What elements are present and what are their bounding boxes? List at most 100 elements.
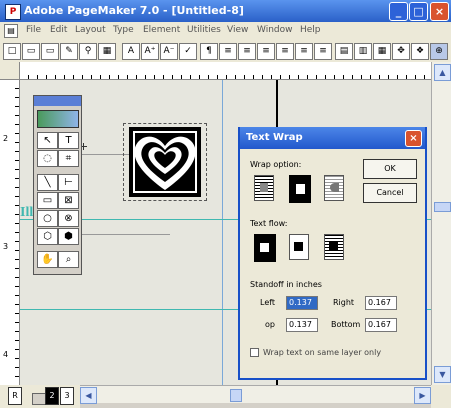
- master-page-tab[interactable]: R: [8, 387, 22, 405]
- left-label: Left: [260, 298, 276, 307]
- text-baseline-2: [78, 234, 170, 235]
- page-tab-2[interactable]: 2: [45, 387, 59, 405]
- standoff-label: Standoff in inches: [250, 280, 322, 289]
- font-smaller-icon[interactable]: A⁻: [160, 43, 178, 60]
- open-icon[interactable]: ▭: [22, 43, 40, 60]
- same-layer-label: Wrap text on same layer only: [263, 348, 382, 357]
- vertical-scrollbar[interactable]: ▲ ▼: [431, 62, 451, 385]
- menu-element[interactable]: Element: [143, 25, 180, 35]
- indent-icon[interactable]: ≡: [295, 43, 313, 60]
- scroll-left-icon[interactable]: ◀: [80, 387, 97, 404]
- menu-window[interactable]: Window: [257, 25, 293, 35]
- new-icon[interactable]: □: [3, 43, 21, 60]
- dialog-title: Text Wrap: [246, 132, 303, 143]
- menu-utilities[interactable]: Utilities: [187, 25, 221, 35]
- menu-layout[interactable]: Layout: [75, 25, 106, 35]
- hand-tool-icon[interactable]: ✋: [37, 251, 58, 268]
- menu-file[interactable]: File: [26, 25, 41, 35]
- text-tool-icon[interactable]: T: [58, 132, 79, 149]
- ellipse-tool-icon[interactable]: ○: [37, 210, 58, 227]
- align-justify-icon[interactable]: ≡: [276, 43, 294, 60]
- app-icon: P: [5, 4, 21, 20]
- ruler-corner: [0, 62, 20, 80]
- close-button[interactable]: ×: [430, 2, 449, 21]
- pointer-tool-icon[interactable]: ↖: [37, 132, 58, 149]
- maximize-button[interactable]: □: [409, 2, 428, 21]
- bottom-label: Bottom: [331, 320, 361, 329]
- flow-wrap-all-sides-icon[interactable]: [324, 234, 344, 260]
- rectangle-tool-icon[interactable]: ▭: [37, 192, 58, 209]
- colors-icon[interactable]: ▥: [354, 43, 372, 60]
- wrap-option-label: Wrap option:: [250, 160, 302, 169]
- graphic-bounds[interactable]: [123, 123, 207, 201]
- scroll-right-icon[interactable]: ▶: [414, 387, 431, 404]
- page-tab-3[interactable]: 3: [60, 387, 74, 405]
- zoom-tool-icon[interactable]: ⌕: [58, 251, 79, 268]
- menu-type[interactable]: Type: [113, 25, 134, 35]
- spell-check-icon[interactable]: ✓: [179, 43, 197, 60]
- page-tabs: R 2 3: [0, 385, 80, 408]
- font-icon[interactable]: A: [122, 43, 140, 60]
- flow-column-break-icon[interactable]: [254, 234, 276, 262]
- text-wrap-dialog: Text Wrap × Wrap option: OK Cancel Text …: [238, 127, 427, 380]
- column-guide: [222, 80, 223, 385]
- page-icon[interactable]: [32, 393, 46, 405]
- line-tool-icon[interactable]: ╲: [37, 174, 58, 191]
- menu-view[interactable]: View: [227, 25, 248, 35]
- ellipse-frame-tool-icon[interactable]: ⊗: [58, 210, 79, 227]
- polygon-frame-tool-icon[interactable]: ⬢: [58, 228, 79, 245]
- dialog-title-bar: Text Wrap ×: [240, 127, 425, 149]
- constrained-line-tool-icon[interactable]: ⊢: [58, 174, 79, 191]
- right-label: Right: [333, 298, 355, 307]
- scroll-down-icon[interactable]: ▼: [434, 366, 451, 383]
- layers-icon[interactable]: ❖: [411, 43, 429, 60]
- ok-button[interactable]: OK: [363, 159, 417, 179]
- menu-bar: ▤ File Edit Layout Type Element Utilitie…: [0, 22, 451, 40]
- paragraph-icon[interactable]: ¶: [200, 43, 218, 60]
- same-layer-checkbox[interactable]: [250, 348, 259, 357]
- font-larger-icon[interactable]: A⁺: [141, 43, 159, 60]
- ruler-label-4: 4: [3, 350, 9, 359]
- wrap-none-icon[interactable]: [254, 175, 274, 201]
- find-icon[interactable]: ⚲: [79, 43, 97, 60]
- crop-tool-icon[interactable]: ⌗: [58, 150, 79, 167]
- zoom-icon[interactable]: ⊕: [430, 43, 448, 60]
- binoculars-icon[interactable]: ▦: [98, 43, 116, 60]
- horizontal-scrollbar[interactable]: ◀ ▶: [80, 385, 431, 404]
- menu-edit[interactable]: Edit: [50, 25, 67, 35]
- styles-icon[interactable]: ▤: [335, 43, 353, 60]
- rectangle-frame-tool-icon[interactable]: ⊠: [58, 192, 79, 209]
- align-right-icon[interactable]: ≡: [257, 43, 275, 60]
- hscroll-thumb[interactable]: [230, 389, 242, 402]
- size-grip[interactable]: [431, 385, 451, 408]
- toolbox-title-bar[interactable]: [34, 96, 81, 106]
- left-standoff-input[interactable]: 0.137: [286, 296, 318, 310]
- save-icon[interactable]: ▭: [41, 43, 59, 60]
- top-standoff-input[interactable]: 0.137: [286, 318, 318, 332]
- bottom-standoff-input[interactable]: 0.167: [365, 318, 397, 332]
- scroll-up-icon[interactable]: ▲: [434, 64, 451, 81]
- right-standoff-input[interactable]: 0.167: [365, 296, 397, 310]
- horizontal-ruler: [19, 62, 451, 80]
- crosshair-v: [83, 143, 84, 150]
- vertical-ruler: 2 3 4: [0, 79, 20, 385]
- rotate-tool-icon[interactable]: ◌: [37, 150, 58, 167]
- outdent-icon[interactable]: ≡: [314, 43, 332, 60]
- minimize-button[interactable]: _: [389, 2, 408, 21]
- wrap-irregular-icon[interactable]: [324, 175, 344, 201]
- polygon-tool-icon[interactable]: ⬡: [37, 228, 58, 245]
- menu-help[interactable]: Help: [300, 25, 321, 35]
- place-icon[interactable]: ✥: [392, 43, 410, 60]
- toolbox-preview-icon: [37, 110, 79, 128]
- frame-icon[interactable]: ▦: [373, 43, 391, 60]
- cancel-button[interactable]: Cancel: [363, 183, 417, 203]
- toolbox: ↖ T ◌ ⌗ ╲ ⊢ ▭ ⊠ ○ ⊗ ⬡ ⬢ ✋ ⌕: [33, 95, 82, 275]
- scroll-thumb[interactable]: [434, 202, 451, 212]
- wrap-rectangular-icon[interactable]: [289, 175, 311, 203]
- align-center-icon[interactable]: ≡: [238, 43, 256, 60]
- align-left-icon[interactable]: ≡: [219, 43, 237, 60]
- doc-icon[interactable]: ▤: [4, 24, 18, 38]
- dialog-close-button[interactable]: ×: [405, 130, 422, 147]
- print-icon[interactable]: ✎: [60, 43, 78, 60]
- flow-jump-over-icon[interactable]: [289, 234, 309, 260]
